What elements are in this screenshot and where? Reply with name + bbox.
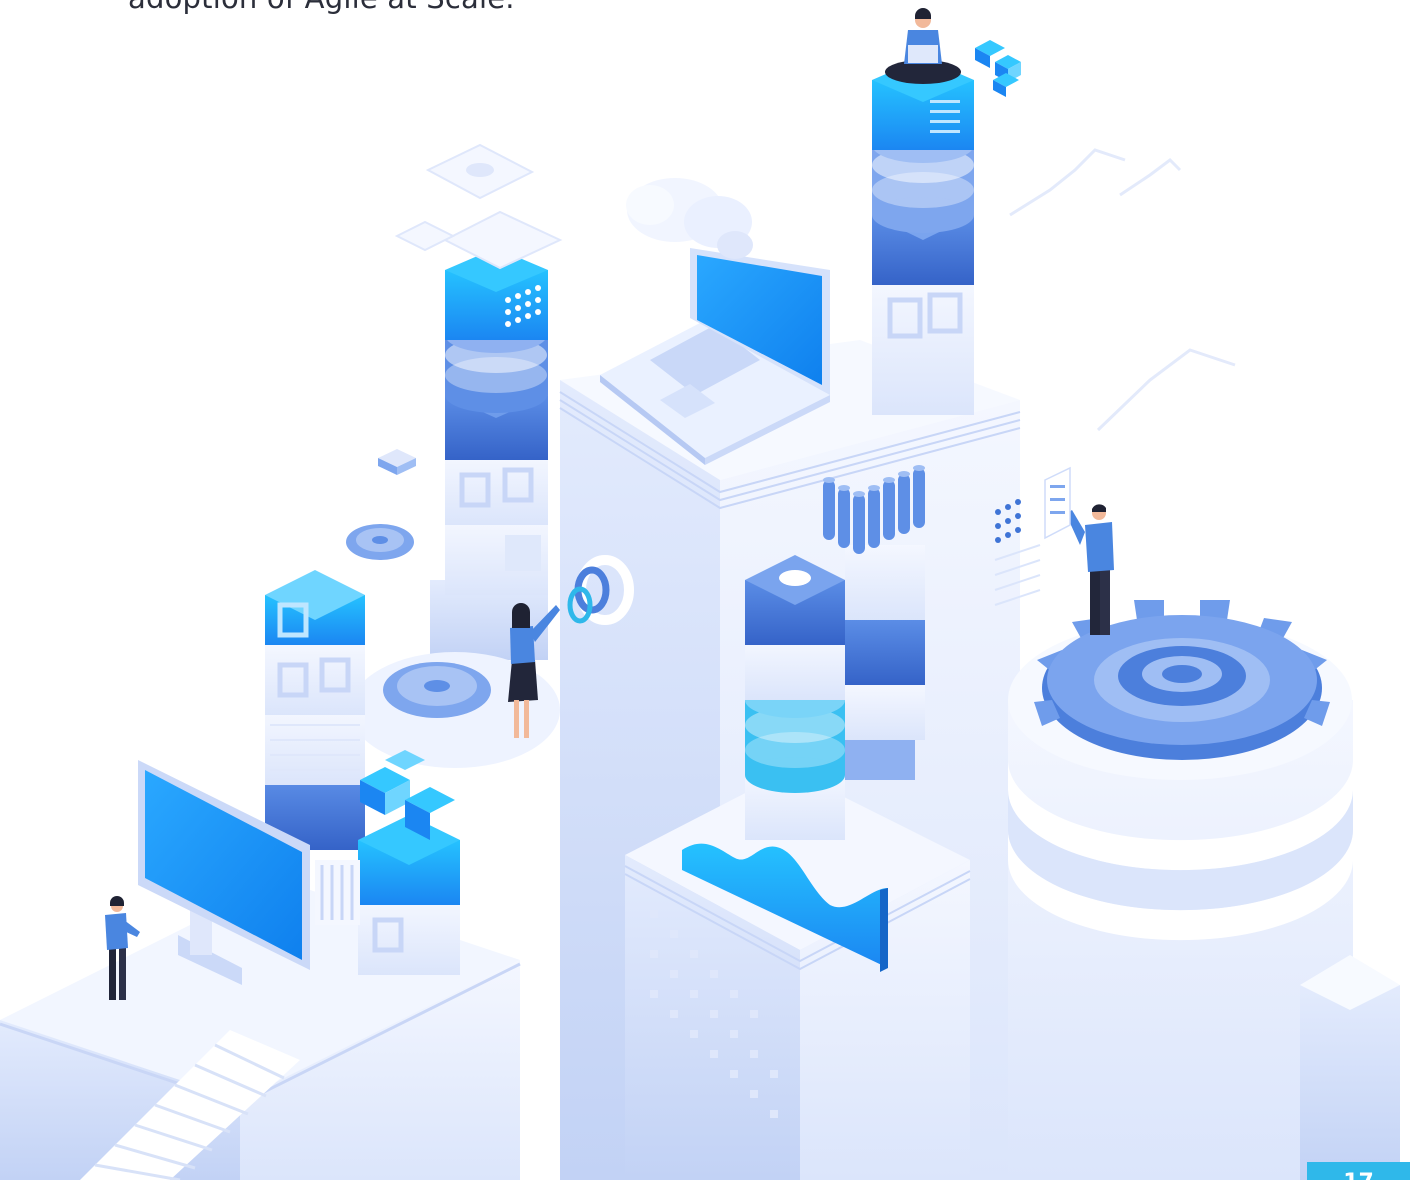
- small-floating-cubes: [975, 40, 1021, 97]
- server-cube-icon: [358, 750, 460, 975]
- floating-line-chart: [1009, 148, 1236, 432]
- page-number-badge: 17: [1307, 1162, 1410, 1180]
- floating-tiles: [394, 143, 563, 270]
- cloud-icon: [626, 178, 753, 259]
- center-stack: [745, 555, 845, 840]
- left-tower: [430, 375, 548, 660]
- isometric-data-center-illustration: [0, 8, 1400, 1180]
- left-stack: [265, 570, 365, 850]
- server-rack: [315, 860, 360, 925]
- gear-icon: [346, 524, 414, 560]
- sitting-person-with-laptop: [885, 8, 961, 84]
- chip-icon: [378, 449, 416, 475]
- gear-icon: [383, 662, 491, 718]
- person-on-gear: [1066, 504, 1114, 635]
- gear-icon: [1034, 600, 1330, 760]
- body-text-fragment: adoption of Agile at Scale.: [128, 0, 515, 18]
